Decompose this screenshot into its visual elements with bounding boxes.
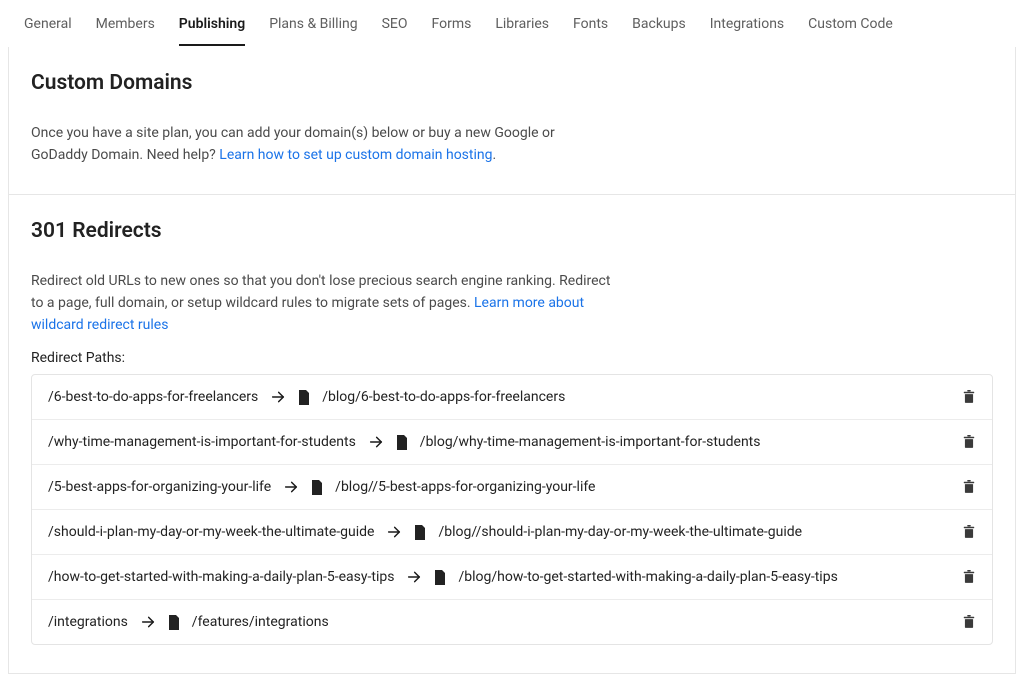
page-icon [434, 570, 446, 585]
arrow-right-icon [386, 524, 402, 540]
delete-redirect-button[interactable] [962, 434, 976, 450]
redirect-to-path: /blog/6-best-to-do-apps-for-freelancers [322, 389, 565, 405]
delete-redirect-button[interactable] [962, 524, 976, 540]
arrow-right-icon [270, 389, 286, 405]
redirect-from-path: /integrations [48, 614, 128, 630]
custom-domains-title: Custom Domains [31, 71, 993, 95]
tab-libraries[interactable]: Libraries [495, 10, 549, 46]
redirect-row[interactable]: /5-best-apps-for-organizing-your-life/bl… [32, 465, 992, 510]
tab-fonts[interactable]: Fonts [573, 10, 608, 46]
custom-domains-desc-suffix: . [492, 147, 496, 163]
page-icon [298, 390, 310, 405]
redirect-row[interactable]: /why-time-management-is-important-for-st… [32, 420, 992, 465]
delete-redirect-button[interactable] [962, 389, 976, 405]
redirect-to-path: /blog/how-to-get-started-with-making-a-d… [458, 569, 837, 585]
tab-plans-billing[interactable]: Plans & Billing [269, 10, 357, 46]
tab-general[interactable]: General [24, 10, 72, 46]
redirect-from-path: /how-to-get-started-with-making-a-daily-… [48, 569, 394, 585]
redirect-from-path: /should-i-plan-my-day-or-my-week-the-ult… [48, 524, 374, 540]
settings-tabs: General Members Publishing Plans & Billing S… [0, 0, 1024, 47]
redirect-to-path: /features/integrations [192, 614, 329, 630]
delete-redirect-button[interactable] [962, 614, 976, 630]
delete-redirect-button[interactable] [962, 479, 976, 495]
page-icon [414, 525, 426, 540]
redirect-from-path: /5-best-apps-for-organizing-your-life [48, 479, 271, 495]
tab-integrations[interactable]: Integrations [710, 10, 784, 46]
custom-domains-description: Once you have a site plan, you can add y… [31, 123, 611, 166]
redirect-row[interactable]: /integrations/features/integrations [32, 600, 992, 644]
redirect-list: /6-best-to-do-apps-for-freelancers/blog/… [31, 374, 993, 645]
tab-members[interactable]: Members [96, 10, 155, 46]
page-icon [396, 435, 408, 450]
delete-redirect-button[interactable] [962, 569, 976, 585]
redirects-description: Redirect old URLs to new ones so that yo… [31, 271, 611, 336]
arrow-right-icon [283, 479, 299, 495]
tab-backups[interactable]: Backups [632, 10, 686, 46]
tab-seo[interactable]: SEO [382, 10, 408, 46]
arrow-right-icon [406, 569, 422, 585]
tab-forms[interactable]: Forms [432, 10, 472, 46]
custom-domain-help-link[interactable]: Learn how to set up custom domain hostin… [219, 147, 492, 163]
arrow-right-icon [140, 614, 156, 630]
page-icon [311, 480, 323, 495]
redirect-from-path: /why-time-management-is-important-for-st… [48, 434, 356, 450]
redirect-paths-label: Redirect Paths: [31, 350, 993, 366]
settings-panel: Custom Domains Once you have a site plan… [8, 47, 1016, 674]
arrow-right-icon [368, 434, 384, 450]
redirect-row[interactable]: /should-i-plan-my-day-or-my-week-the-ult… [32, 510, 992, 555]
tab-custom-code[interactable]: Custom Code [808, 10, 893, 46]
redirects-section: 301 Redirects Redirect old URLs to new o… [9, 195, 1015, 673]
page-icon [168, 615, 180, 630]
redirect-to-path: /blog//should-i-plan-my-day-or-my-week-t… [438, 524, 802, 540]
redirect-row[interactable]: /6-best-to-do-apps-for-freelancers/blog/… [32, 375, 992, 420]
redirect-from-path: /6-best-to-do-apps-for-freelancers [48, 389, 258, 405]
redirect-row[interactable]: /how-to-get-started-with-making-a-daily-… [32, 555, 992, 600]
redirect-to-path: /blog/why-time-management-is-important-f… [420, 434, 761, 450]
custom-domains-section: Custom Domains Once you have a site plan… [9, 47, 1015, 195]
redirects-title: 301 Redirects [31, 219, 993, 243]
redirect-to-path: /blog//5-best-apps-for-organizing-your-l… [335, 479, 595, 495]
tab-publishing[interactable]: Publishing [179, 10, 245, 46]
